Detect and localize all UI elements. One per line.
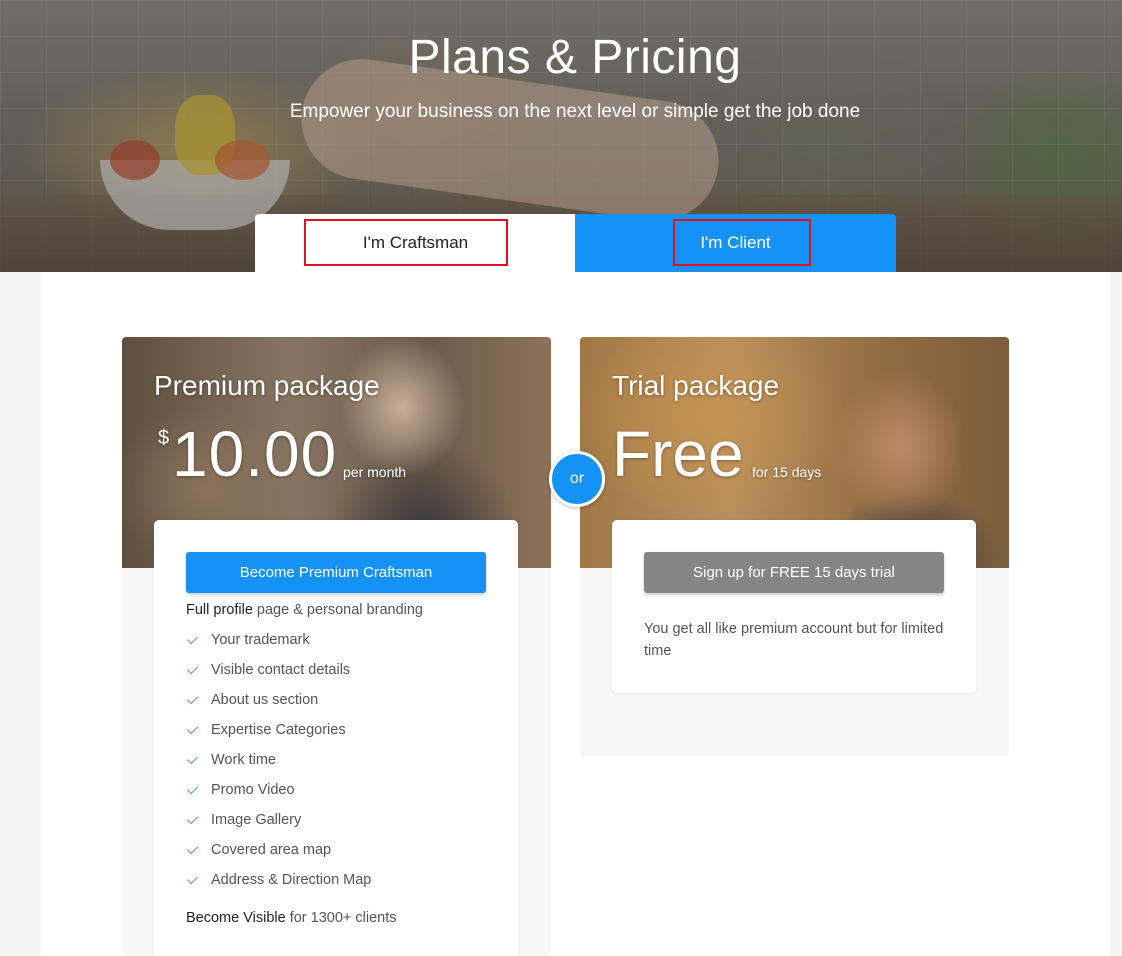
trial-description: You get all like premium account but for… — [644, 621, 944, 659]
premium-price-period: per month — [343, 464, 407, 480]
page-title: Plans & Pricing — [408, 31, 742, 84]
tab-craftsman[interactable]: I'm Craftsman — [255, 214, 576, 272]
list-item: Your trademark — [186, 625, 371, 655]
list-item: Covered area map — [186, 835, 371, 865]
become-premium-button[interactable]: Become Premium Craftsman — [186, 552, 486, 593]
list-item: Visible contact details — [186, 655, 371, 685]
checkmark-icon — [186, 722, 199, 735]
trial-package-title: Trial package — [612, 370, 780, 401]
feature-label: Image Gallery — [211, 812, 302, 828]
premium-visibility-bold: Become Visible — [186, 910, 286, 926]
list-item: Image Gallery — [186, 805, 371, 835]
feature-label: About us section — [211, 692, 319, 708]
premium-visibility-rest: for 1300+ clients — [285, 910, 397, 926]
checkmark-icon — [186, 842, 199, 855]
checkmark-icon — [186, 632, 199, 645]
list-item: About us section — [186, 685, 371, 715]
premium-feature-heading: Full profile page & personal branding — [186, 602, 423, 618]
premium-package-card: Premium package $ 10.00 per month Become… — [122, 337, 551, 956]
tab-client[interactable]: I'm Client — [575, 214, 896, 272]
page-subtitle: Empower your business on the next level … — [289, 101, 861, 122]
feature-label: Covered area map — [211, 842, 332, 858]
or-separator-badge: or — [549, 451, 605, 507]
premium-feature-heading-bold: Full profile — [186, 602, 253, 618]
checkmark-icon — [186, 812, 199, 825]
checkmark-icon — [186, 692, 199, 705]
checkmark-icon — [186, 872, 199, 885]
checkmark-icon — [186, 782, 199, 795]
feature-label: Expertise Categories — [211, 722, 346, 738]
trial-price-period: for 15 days — [752, 464, 822, 480]
trial-signup-button[interactable]: Sign up for FREE 15 days trial — [644, 552, 944, 593]
checkmark-icon — [186, 662, 199, 675]
premium-price-currency: $ — [158, 427, 170, 449]
tab-craftsman-label: I'm Craftsman — [362, 233, 469, 252]
list-item: Work time — [186, 745, 371, 775]
checkmark-icon — [186, 752, 199, 765]
trial-details-panel: Sign up for FREE 15 days trial You get a… — [612, 520, 976, 693]
tab-client-label: I'm Client — [700, 233, 771, 252]
feature-label: Address & Direction Map — [211, 872, 372, 888]
list-item: Promo Video — [186, 775, 371, 805]
feature-label: Work time — [211, 752, 276, 768]
list-item: Expertise Categories — [186, 715, 371, 745]
premium-details-panel: Become Premium Craftsman Full profile pa… — [154, 520, 518, 956]
premium-package-title: Premium package — [154, 370, 380, 401]
premium-visibility-note: Become Visible for 1300+ clients — [186, 910, 397, 926]
feature-label: Visible contact details — [211, 662, 351, 678]
trial-package-card: Trial package Free for 15 days Sign up f… — [580, 337, 1009, 756]
premium-feature-heading-rest: page & personal branding — [252, 602, 423, 618]
list-item: Address & Direction Map — [186, 865, 371, 895]
premium-price-amount: 10.00 — [172, 418, 338, 490]
trial-price-amount: Free — [612, 418, 744, 490]
audience-tabs: I'm Craftsman I'm Client — [255, 214, 897, 272]
feature-label: Promo Video — [211, 782, 295, 798]
feature-label: Your trademark — [211, 632, 310, 648]
premium-feature-list: Your trademark Visible contact details A… — [186, 625, 371, 895]
